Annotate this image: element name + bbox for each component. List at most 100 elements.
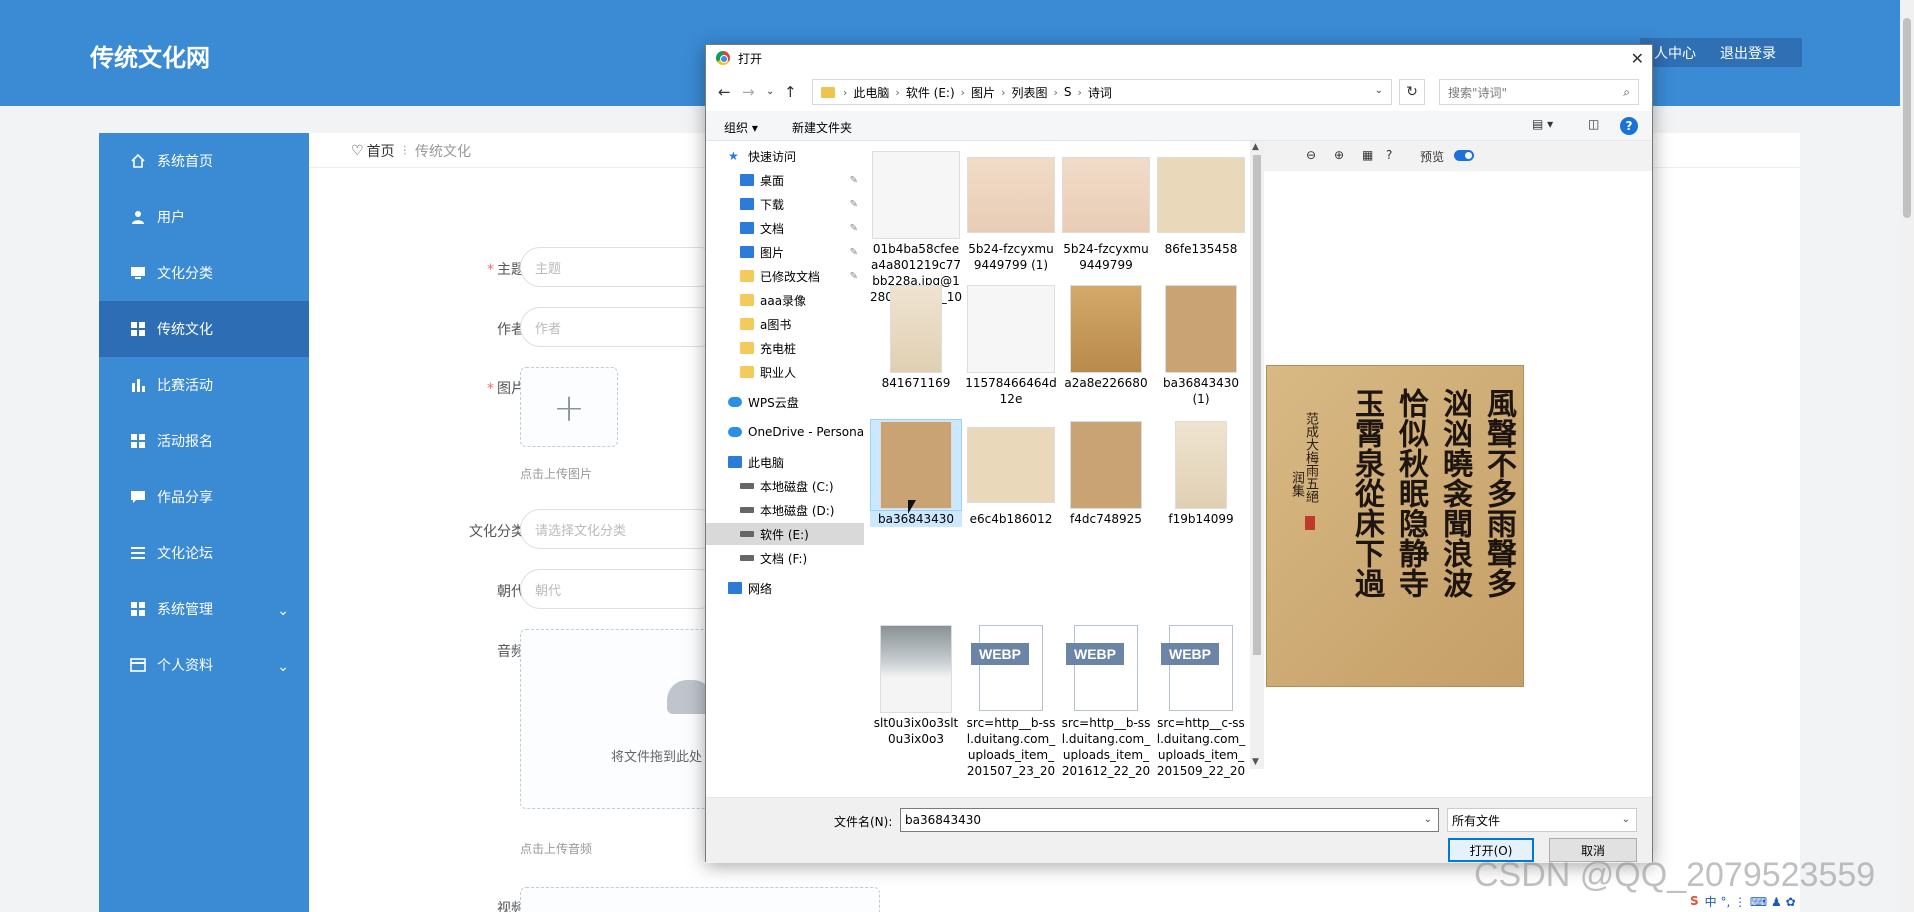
file-item[interactable]: 01b4ba58cfeea4a801219c77bb228a.jpg@1280w… [870, 149, 962, 305]
tree-item[interactable]: 图片 ✎ [706, 241, 864, 263]
tree-item[interactable]: a图书 [706, 313, 864, 335]
chevron-down-icon[interactable]: ⌄ [1424, 814, 1432, 825]
address-crumb[interactable]: S [1064, 85, 1072, 99]
file-item[interactable]: 5b24-fzcyxmu9449799 (1) [965, 149, 1057, 273]
address-crumb[interactable]: 软件 (E:) [906, 84, 955, 101]
address-crumb[interactable]: 诗词 [1088, 84, 1112, 101]
file-item[interactable]: 5b24-fzcyxmu9449799 [1060, 149, 1152, 273]
tree-item[interactable]: 文档 ✎ [706, 217, 864, 239]
tree-item[interactable]: 本地磁盘 (D:) [706, 499, 864, 521]
file-item[interactable]: f4dc748925 [1060, 419, 1152, 527]
file-item[interactable]: 86fe135458 [1155, 149, 1247, 257]
file-thumbnail [965, 149, 1057, 241]
file-item[interactable]: slt0u3ix0o3slt0u3ix0o3 [870, 623, 962, 747]
refresh-icon[interactable]: ↻ [1399, 79, 1425, 105]
sidebar-item-1[interactable]: 用户 [99, 189, 309, 245]
address-crumb[interactable]: 图片 [971, 84, 995, 101]
file-item[interactable]: 841671169 [870, 283, 962, 391]
address-crumb[interactable]: 此电脑 [853, 84, 889, 101]
file-item[interactable]: 11578466464d12e [965, 283, 1057, 407]
breadcrumb: ♡ 首页 ⁝ 传统文化 [351, 141, 471, 161]
file-thumbnail: WEBP [1060, 623, 1152, 715]
chevron-right-icon[interactable]: › [895, 86, 899, 99]
sidebar-item-8[interactable]: 系统管理 ⌄ [99, 581, 309, 637]
sidebar-item-0[interactable]: 系统首页 [99, 133, 309, 189]
file-item[interactable]: WEBP src=http__b-ssl.duitang.com_uploads_… [1060, 623, 1152, 779]
tree-item[interactable]: ★ 快速访问 [706, 145, 864, 167]
breadcrumb-separator: ⁝ [402, 143, 408, 159]
tree-item[interactable]: 此电脑 [706, 451, 864, 473]
sidebar-item-5[interactable]: 活动报名 [99, 413, 309, 469]
tree-item[interactable]: 下载 ✎ [706, 193, 864, 215]
back-arrow-icon[interactable]: ← [718, 83, 731, 101]
forward-arrow-icon[interactable]: → [742, 83, 755, 101]
subject-input[interactable]: 主题 [520, 247, 720, 287]
file-item[interactable]: f19b14099 [1155, 419, 1247, 527]
filename-input[interactable]: ba36843430 ⌄ [900, 808, 1439, 832]
tree-item[interactable]: 充电桩 [706, 337, 864, 359]
personal-center-link[interactable]: 人中心 [1654, 43, 1696, 63]
help-circle-icon[interactable]: ? [1386, 148, 1392, 162]
file-item[interactable]: e6c4b186012 [965, 419, 1057, 527]
tree-item[interactable]: OneDrive - Persona [706, 421, 864, 443]
chevron-right-icon[interactable]: › [843, 86, 847, 99]
chevron-right-icon[interactable]: › [1078, 86, 1082, 99]
sidebar-item-7[interactable]: 文化论坛 [99, 525, 309, 581]
tree-item[interactable]: 桌面 ✎ [706, 169, 864, 191]
page-scrollbar[interactable] [1900, 0, 1914, 912]
author-input[interactable]: 作者 [520, 307, 720, 347]
file-item[interactable]: WEBP src=http__c-ssl.duitang.com_uploads_… [1155, 623, 1247, 779]
tree-item[interactable]: WPS云盘 [706, 391, 864, 413]
up-arrow-icon[interactable]: ↑ [784, 83, 797, 101]
help-icon[interactable]: ? [1620, 117, 1638, 135]
tree-item[interactable]: 职业人 [706, 361, 864, 383]
breadcrumb-home[interactable]: 首页 [367, 141, 395, 161]
zoom-in-icon[interactable]: ⊕ [1334, 148, 1344, 162]
zoom-out-icon[interactable]: ⊖ [1306, 148, 1316, 162]
sidebar-item-2[interactable]: 文化分类 [99, 245, 309, 301]
file-item[interactable]: WEBP src=http__b-ssl.duitang.com_uploads_… [965, 623, 1057, 779]
tray-icons[interactable]: 中 °, ⋮ ⌨ ♟ ✿ [1705, 893, 1796, 910]
preview-pane-icon[interactable]: ◫ [1588, 117, 1599, 131]
image-upload-box[interactable]: + [520, 367, 618, 447]
close-icon[interactable]: ✕ [1631, 49, 1644, 68]
address-bar[interactable]: › 此电脑 › 软件 (E:) › 图片 › 列表图 › S › 诗词 ⌄ [812, 79, 1392, 105]
sidebar-item-6[interactable]: 作品分享 [99, 469, 309, 525]
chevron-right-icon[interactable]: › [961, 86, 965, 99]
audio-upload-drop[interactable]: 将文件拖到此处 [520, 629, 713, 809]
recent-chevron-icon[interactable]: ⌄ [766, 86, 774, 97]
search-input[interactable]: 搜索"诗词" ⌕ [1439, 79, 1639, 105]
category-select[interactable]: 请选择文化分类 [520, 509, 720, 549]
video-upload-box[interactable] [520, 887, 880, 912]
image-thumbnail [1157, 157, 1245, 233]
new-folder-button[interactable]: 新建文件夹 [792, 119, 852, 136]
tree-item[interactable]: 文档 (F:) [706, 547, 864, 569]
organize-button[interactable]: 组织 ▾ [724, 119, 758, 136]
file-item[interactable]: ba36843430 (1) [1155, 283, 1247, 407]
logout-link[interactable]: 退出登录 [1720, 43, 1776, 63]
color-grid-icon[interactable]: ▦ [1362, 148, 1373, 162]
chevron-down-icon: ⌄ [1621, 814, 1630, 825]
chevron-right-icon[interactable]: › [1001, 86, 1005, 99]
chevron-down-icon[interactable]: ⌄ [1375, 85, 1383, 96]
tree-item[interactable]: 软件 (E:) [706, 523, 864, 545]
sidebar-item-3[interactable]: 传统文化 [99, 301, 309, 357]
sidebar-item-4[interactable]: 比赛活动 [99, 357, 309, 413]
tree-item[interactable]: 本地磁盘 (C:) [706, 475, 864, 497]
file-item[interactable]: ba36843430 [870, 419, 962, 527]
webp-file-icon: WEBP [1161, 625, 1241, 713]
file-grid-scrollbar[interactable]: ▲ ▼ [1250, 141, 1264, 769]
chevron-right-icon[interactable]: › [1053, 86, 1057, 99]
preview-toggle[interactable] [1454, 150, 1474, 161]
filetype-select[interactable]: 所有文件 ⌄ [1447, 808, 1637, 832]
view-options-icon[interactable]: ▤ ▾ [1532, 117, 1553, 131]
tree-item[interactable]: aaa录像 [706, 289, 864, 311]
dynasty-input[interactable]: 朝代 [520, 569, 720, 609]
address-crumb[interactable]: 列表图 [1011, 84, 1047, 101]
file-name: src=http__b-ssl.duitang.com_uploads_item… [966, 716, 1056, 778]
sidebar-item-9[interactable]: 个人资料 ⌄ [99, 637, 309, 693]
tree-item-label: 本地磁盘 (C:) [760, 479, 834, 494]
tree-item[interactable]: 网络 [706, 577, 864, 599]
tree-item[interactable]: 已修改文档 ✎ [706, 265, 864, 287]
file-item[interactable]: a2a8e226680 [1060, 283, 1152, 391]
